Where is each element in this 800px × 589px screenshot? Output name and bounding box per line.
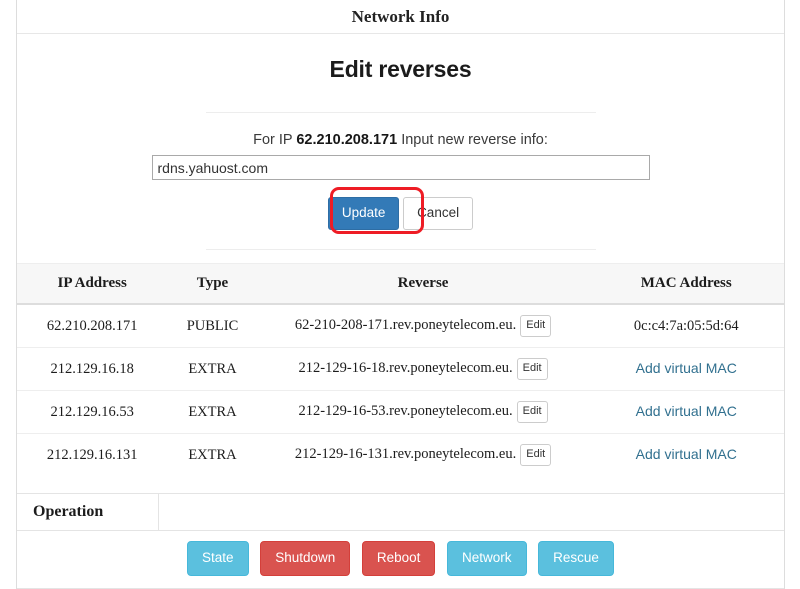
reverse-input-wrap: [151, 155, 650, 180]
table-row: 212.129.16.53 EXTRA 212-129-16-53.rev.po…: [17, 390, 784, 434]
edit-reverses-form: Edit reverses For IP 62.210.208.171 Inpu…: [17, 34, 784, 250]
reverse-field-label: For IP 62.210.208.171 Input new reverse …: [17, 132, 784, 148]
reverse-value: 212-129-16-131.rev.poneytelecom.eu.: [294, 446, 517, 462]
reverse-value: 212-129-16-18.rev.poneytelecom.eu.: [298, 360, 513, 376]
edit-reverse-button[interactable]: Edit: [520, 444, 552, 466]
edit-reverse-button[interactable]: Edit: [520, 315, 552, 337]
operation-table: Operation State Shutdown Reboot Network …: [17, 493, 784, 589]
divider-top: [205, 112, 596, 113]
add-virtual-mac-link[interactable]: Add virtual MAC: [636, 403, 737, 419]
cell-type: EXTRA: [167, 390, 258, 434]
cell-mac-address: Add virtual MAC: [588, 390, 784, 434]
column-header-reverse: Reverse: [257, 263, 589, 305]
cell-reverse: 62-210-208-171.rev.poneytelecom.eu. Edit: [258, 304, 589, 348]
cell-reverse: 212-129-16-131.rev.poneytelecom.eu. Edit: [257, 433, 589, 476]
reboot-button[interactable]: Reboot: [361, 541, 436, 576]
table-body: 62.210.208.171 PUBLIC 62-210-208-171.rev…: [17, 304, 784, 476]
reverse-value: 62-210-208-171.rev.poneytelecom.eu.: [294, 317, 517, 333]
state-button[interactable]: State: [187, 541, 249, 576]
column-header-type: Type: [167, 263, 258, 305]
shutdown-button[interactable]: Shutdown: [260, 541, 351, 576]
cell-type: EXTRA: [167, 433, 258, 476]
cell-ip-address: 62.210.208.171: [46, 317, 138, 334]
divider-bottom: [205, 249, 596, 250]
operation-empty-cell: [158, 493, 784, 531]
reverse-value: 212-129-16-53.rev.poneytelecom.eu.: [298, 403, 513, 419]
table-row: 62.210.208.171 PUBLIC 62-210-208-171.rev…: [17, 304, 784, 348]
cell-ip-address: 212.129.16.18: [17, 347, 168, 391]
cancel-button[interactable]: Cancel: [403, 197, 474, 230]
network-button[interactable]: Network: [447, 541, 527, 576]
network-info-panel: Network Info Edit reverses For IP 62.210…: [16, 0, 785, 589]
cell-ip-address: 212.129.16.53: [17, 390, 168, 434]
cell-reverse: 212-129-16-53.rev.poneytelecom.eu. Edit: [257, 390, 589, 434]
column-header-ip-address: IP Address: [17, 263, 168, 305]
reverse-input[interactable]: [151, 155, 650, 180]
cell-mac-address: Add virtual MAC: [588, 433, 784, 476]
ip-address-table: IP Address Type Reverse MAC Address 62.2…: [17, 263, 784, 476]
table-row: 212.129.16.131 EXTRA 212-129-16-131.rev.…: [17, 433, 784, 476]
edit-reverse-button[interactable]: Edit: [516, 358, 548, 380]
rescue-button[interactable]: Rescue: [538, 541, 614, 576]
table-row: 212.129.16.18 EXTRA 212-129-16-18.rev.po…: [17, 347, 784, 391]
cell-type: EXTRA: [167, 347, 258, 391]
add-virtual-mac-link[interactable]: Add virtual MAC: [636, 360, 737, 376]
cell-type: PUBLIC: [186, 317, 239, 334]
cell-reverse: 212-129-16-18.rev.poneytelecom.eu. Edit: [257, 347, 589, 391]
panel-heading-title: Network Info: [17, 0, 784, 34]
operation-label: Operation: [17, 493, 159, 531]
table-head: IP Address Type Reverse MAC Address: [17, 263, 784, 305]
form-buttons-group: Update Cancel: [327, 197, 474, 230]
page-title: Edit reverses: [329, 56, 472, 82]
cell-mac-address: Add virtual MAC: [588, 347, 784, 391]
cell-mac-address: 0c:c4:7a:05:5d:64: [633, 317, 739, 334]
column-header-mac-address: MAC Address: [588, 263, 784, 305]
operation-buttons-row: State Shutdown Reboot Network Rescue: [17, 530, 784, 589]
table-header-row: IP Address Type Reverse MAC Address: [17, 263, 784, 305]
cell-ip-address: 212.129.16.131: [17, 433, 168, 476]
form-buttons-row: Update Cancel: [17, 187, 784, 243]
edit-reverse-button[interactable]: Edit: [516, 401, 548, 423]
update-button[interactable]: Update: [327, 197, 400, 230]
operation-label-row: Operation: [17, 493, 784, 531]
panel-body: Edit reverses For IP 62.210.208.171 Inpu…: [17, 34, 784, 589]
label-ip-address: 62.210.208.171: [296, 132, 398, 148]
add-virtual-mac-link[interactable]: Add virtual MAC: [636, 446, 737, 462]
label-prefix: For IP: [253, 132, 293, 148]
operation-buttons-cell: State Shutdown Reboot Network Rescue: [17, 530, 784, 589]
label-suffix: Input new reverse info:: [401, 132, 548, 148]
page-root: Network Info Edit reverses For IP 62.210…: [0, 0, 800, 589]
